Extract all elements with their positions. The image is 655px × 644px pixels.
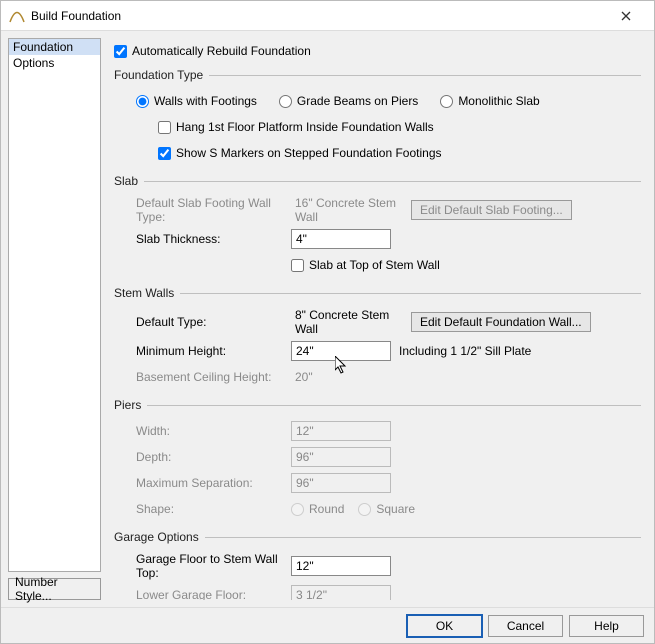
pier-shape-round-input xyxy=(291,503,304,516)
close-button[interactable] xyxy=(606,3,646,29)
nav-list: Foundation Options xyxy=(8,38,101,572)
app-icon xyxy=(9,9,25,23)
pier-width-input xyxy=(291,421,391,441)
build-foundation-dialog: Build Foundation Foundation Options Numb… xyxy=(0,0,655,644)
pier-maxsep-input xyxy=(291,473,391,493)
garage-lower-label: Lower Garage Floor: xyxy=(136,588,291,600)
radio-grade-beams-input[interactable] xyxy=(279,95,292,108)
cancel-button[interactable]: Cancel xyxy=(488,615,563,637)
auto-rebuild-check[interactable]: Automatically Rebuild Foundation xyxy=(114,44,311,58)
auto-rebuild-label: Automatically Rebuild Foundation xyxy=(132,44,311,58)
auto-rebuild-checkbox[interactable] xyxy=(114,45,127,58)
piers-group: Piers Width: Depth: Maximum Separation: xyxy=(114,398,641,524)
foundation-type-group: Foundation Type Walls with Footings Grad… xyxy=(114,68,641,168)
slab-at-top-checkbox[interactable] xyxy=(291,259,304,272)
radio-monolithic[interactable]: Monolithic Slab xyxy=(440,94,539,108)
number-style-button[interactable]: Number Style... xyxy=(8,578,101,600)
pier-depth-label: Depth: xyxy=(136,450,291,464)
pier-depth-input xyxy=(291,447,391,467)
pier-width-label: Width: xyxy=(136,424,291,438)
pier-shape-round: Round xyxy=(291,502,344,516)
radio-walls-footings-input[interactable] xyxy=(136,95,149,108)
stem-min-height-note: Including 1 1/2" Sill Plate xyxy=(399,344,531,358)
hang-floor-check[interactable]: Hang 1st Floor Platform Inside Foundatio… xyxy=(158,120,434,134)
slab-default-label: Default Slab Footing Wall Type: xyxy=(136,196,291,224)
edit-foundation-wall-button[interactable]: Edit Default Foundation Wall... xyxy=(411,312,591,332)
stem-min-height-input[interactable] xyxy=(291,341,391,361)
edit-slab-footing-button[interactable]: Edit Default Slab Footing... xyxy=(411,200,572,220)
sidebar: Foundation Options Number Style... xyxy=(8,38,101,600)
slab-thickness-input[interactable] xyxy=(291,229,391,249)
nav-item-foundation[interactable]: Foundation xyxy=(9,39,100,55)
basement-ceiling-label: Basement Ceiling Height: xyxy=(136,370,291,384)
help-button[interactable]: Help xyxy=(569,615,644,637)
stem-min-height-label: Minimum Height: xyxy=(136,344,291,358)
stem-walls-group: Stem Walls Default Type: 8" Concrete Ste… xyxy=(114,286,641,392)
garage-floor-label: Garage Floor to Stem Wall Top: xyxy=(136,552,291,580)
show-s-markers-check[interactable]: Show S Markers on Stepped Foundation Foo… xyxy=(158,146,442,160)
radio-grade-beams[interactable]: Grade Beams on Piers xyxy=(279,94,418,108)
hang-floor-checkbox[interactable] xyxy=(158,121,171,134)
pier-shape-label: Shape: xyxy=(136,502,291,516)
titlebar: Build Foundation xyxy=(1,1,654,31)
foundation-type-legend: Foundation Type xyxy=(114,68,209,82)
pier-shape-square: Square xyxy=(358,502,415,516)
slab-thickness-label: Slab Thickness: xyxy=(136,232,291,246)
garage-options-legend: Garage Options xyxy=(114,530,205,544)
basement-ceiling-value: 20" xyxy=(291,370,391,384)
stem-default-type-label: Default Type: xyxy=(136,315,291,329)
stem-walls-legend: Stem Walls xyxy=(114,286,180,300)
ok-button[interactable]: OK xyxy=(407,615,482,637)
main-panel: Automatically Rebuild Foundation Foundat… xyxy=(108,38,647,600)
garage-lower-input xyxy=(291,585,391,600)
piers-legend: Piers xyxy=(114,398,147,412)
radio-monolithic-input[interactable] xyxy=(440,95,453,108)
radio-walls-footings[interactable]: Walls with Footings xyxy=(136,94,257,108)
pier-shape-square-input xyxy=(358,503,371,516)
slab-legend: Slab xyxy=(114,174,144,188)
stem-default-type-value: 8" Concrete Stem Wall xyxy=(291,308,411,336)
dialog-footer: OK Cancel Help xyxy=(1,607,654,643)
slab-default-value: 16" Concrete Stem Wall xyxy=(291,196,411,224)
pier-maxsep-label: Maximum Separation: xyxy=(136,476,291,490)
show-s-markers-checkbox[interactable] xyxy=(158,147,171,160)
garage-options-group: Garage Options Garage Floor to Stem Wall… xyxy=(114,530,641,600)
slab-group: Slab Default Slab Footing Wall Type: 16"… xyxy=(114,174,641,280)
slab-at-top-check[interactable]: Slab at Top of Stem Wall xyxy=(291,258,440,272)
dialog-title: Build Foundation xyxy=(31,9,606,23)
nav-item-options[interactable]: Options xyxy=(9,55,100,71)
garage-floor-input[interactable] xyxy=(291,556,391,576)
